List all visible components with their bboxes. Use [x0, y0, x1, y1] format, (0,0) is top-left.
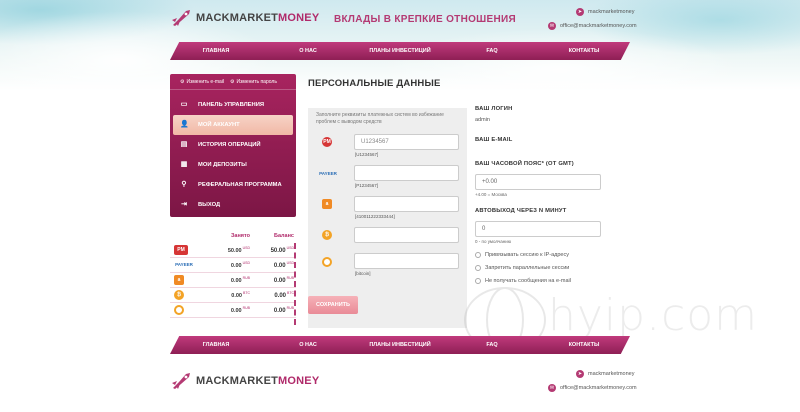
- payeer-icon: PAYEER: [175, 262, 193, 267]
- balance-row-pm: PM 50.00USD 50.00USD: [170, 243, 296, 258]
- email-icon: ✉: [548, 22, 556, 30]
- wallets-note: Заполните реквизиты платежных систем во …: [316, 112, 444, 125]
- nav-contacts[interactable]: КОНТАКТЫ: [538, 342, 630, 348]
- bitcoin-icon: ₿: [322, 230, 332, 240]
- payeer-wallet-hint: [P1234567]: [355, 183, 379, 188]
- change-email-link[interactable]: ⚙ Изменить e-mail: [180, 79, 224, 85]
- sidebar-item-deposits[interactable]: ▦ МОИ ДЕПОЗИТЫ: [170, 155, 296, 175]
- change-password-link[interactable]: ⚙ Изменить пароль: [230, 79, 277, 85]
- timezone-input[interactable]: +0.00: [475, 174, 601, 190]
- sidebar-item-referral[interactable]: ⚲ РЕФЕРАЛЬНАЯ ПРОГРАММА: [170, 175, 296, 195]
- balance-row-bitcoin: ₿ 0.00BTC 0.00BTC: [170, 288, 296, 303]
- balance-border: [293, 243, 296, 325]
- sidebar-links: ⚙ Изменить e-mail ⚙ Изменить пароль: [170, 74, 296, 90]
- bitcoin-wallet-input[interactable]: [354, 227, 459, 243]
- balance-row-payeer: PAYEER 0.00USD 0.00USD: [170, 258, 296, 273]
- qiwi-wallet-hint: [bitcoin]: [355, 271, 371, 276]
- logo[interactable]: MACKMARKETMONEY: [170, 9, 319, 27]
- history-icon: ▤: [180, 141, 188, 148]
- balance-row-advcash: a 0.00RUB 0.00RUB: [170, 273, 296, 288]
- checkbox-box[interactable]: [475, 252, 481, 258]
- payeer-icon: PAYEER: [319, 171, 337, 176]
- qiwi-icon: [322, 257, 332, 267]
- main-content: ПЕРСОНАЛЬНЫЕ ДАННЫЕ: [308, 78, 441, 89]
- page-title: ПЕРСОНАЛЬНЫЕ ДАННЫЕ: [308, 78, 441, 89]
- account-settings: ВАШ ЛОГИН admin ВАШ E-MAIL ВАШ ЧАСОВОЙ П…: [475, 106, 625, 284]
- autoexit-label: АВТОВЫХОД ЧЕРЕЗ N МИНУТ: [475, 208, 567, 214]
- sidebar-item-exit[interactable]: ⇥ ВЫХОД: [170, 195, 296, 215]
- sidebar: ⚙ Изменить e-mail ⚙ Изменить пароль ▭ ПАНЕЛ…: [170, 74, 296, 217]
- autoexit-hint: 0 - по умолчанию: [475, 239, 512, 244]
- deposits-icon: ▦: [180, 161, 188, 168]
- folder-icon: ▭: [180, 101, 188, 108]
- autoexit-input[interactable]: 0: [475, 221, 601, 237]
- perfectmoney-icon: PM: [322, 137, 332, 147]
- advcash-wallet-hint: [410011222333444]: [355, 214, 395, 219]
- advcash-wallet-input[interactable]: [354, 196, 459, 212]
- email-contact[interactable]: ✉ office@mackmarketmoney.com: [548, 384, 637, 392]
- footer-contacts: ➤ mackmarketmoney ✉ office@mackmarketmoney…: [548, 370, 637, 398]
- nav-faq[interactable]: FAQ: [446, 48, 538, 54]
- parallel-sessions-checkbox[interactable]: Запретить параллельные сессии: [475, 265, 625, 271]
- advcash-icon: a: [174, 275, 184, 285]
- login-label: ВАШ ЛОГИН: [475, 106, 513, 112]
- email-contact[interactable]: ✉ office@mackmarketmoney.com: [548, 22, 637, 30]
- timezone-label: ВАШ ЧАСОВОЙ ПОЯС* (ОТ GMT): [475, 161, 574, 167]
- sidebar-menu: ▭ ПАНЕЛЬ УПРАВЛЕНИЯ 👤 МОЙ АККАУНТ ▤ ИСТОРИЯ…: [170, 95, 296, 215]
- nav-contacts[interactable]: КОНТАКТЫ: [538, 48, 630, 54]
- balance-row-qiwi: 0.00RUB 0.00RUB: [170, 303, 296, 318]
- gear-icon: ⚙: [230, 79, 235, 85]
- perfectmoney-icon: PM: [174, 245, 188, 255]
- save-button[interactable]: СОХРАНИТЬ: [308, 296, 358, 314]
- exit-icon: ⇥: [181, 201, 187, 208]
- nav-home[interactable]: ГЛАВНАЯ: [170, 48, 262, 54]
- pm-wallet-input[interactable]: U1234567: [354, 134, 459, 150]
- user-icon: 👤: [180, 121, 189, 128]
- nav-about[interactable]: О НАС: [262, 342, 354, 348]
- footer-logo[interactable]: MACKMARKETMONEY: [170, 372, 319, 390]
- advcash-icon: a: [322, 199, 332, 209]
- nav-home[interactable]: ГЛАВНАЯ: [170, 342, 262, 348]
- telegram-icon: ➤: [576, 370, 584, 378]
- bitcoin-icon: ₿: [174, 290, 184, 300]
- pm-wallet-hint: [U1234567]: [355, 152, 379, 157]
- nav-about[interactable]: О НАС: [262, 48, 354, 54]
- bind-ip-checkbox[interactable]: Привязывать сессию к IP-адресу: [475, 252, 625, 258]
- login-value: admin: [475, 117, 490, 123]
- nav-plans[interactable]: ПЛАНЫ ИНВЕСТИЦИЙ: [354, 48, 446, 54]
- checkbox-box[interactable]: [475, 265, 481, 271]
- top-nav: ГЛАВНАЯ О НАС ПЛАНЫ ИНВЕСТИЦИЙ FAQ КОНТА…: [170, 42, 630, 60]
- link-icon: ⚲: [181, 181, 187, 188]
- email-label: ВАШ E-MAIL: [475, 137, 513, 143]
- qiwi-wallet-input[interactable]: [354, 253, 459, 269]
- timezone-hint: +4.00 = Москва: [475, 192, 507, 197]
- telegram-icon: ➤: [576, 8, 584, 16]
- nav-faq[interactable]: FAQ: [446, 342, 538, 348]
- balance-header: Занято Баланс: [230, 233, 294, 239]
- nav-plans[interactable]: ПЛАНЫ ИНВЕСТИЦИЙ: [354, 342, 446, 348]
- sidebar-item-account[interactable]: 👤 МОЙ АККАУНТ: [173, 115, 293, 135]
- brand-name: MACKMARKETMONEY: [196, 12, 320, 24]
- slogan: ВКЛАДЫ В КРЕПКИЕ ОТНОШЕНИЯ: [334, 14, 516, 25]
- balance-table: Занято Баланс PM 50.00USD 50.00USD PAYEE…: [170, 229, 296, 325]
- qiwi-icon: [174, 305, 184, 315]
- payeer-wallet-input[interactable]: [354, 165, 459, 181]
- sidebar-item-history[interactable]: ▤ ИСТОРИЯ ОПЕРАЦИЙ: [170, 135, 296, 155]
- brand-name: MACKMARKETMONEY: [196, 375, 320, 387]
- gear-icon: ⚙: [180, 79, 185, 85]
- telegram-contact[interactable]: ➤ mackmarketmoney: [576, 8, 637, 16]
- sidebar-item-dashboard[interactable]: ▭ ПАНЕЛЬ УПРАВЛЕНИЯ: [170, 95, 296, 115]
- bottom-nav: ГЛАВНАЯ О НАС ПЛАНЫ ИНВЕСТИЦИЙ FAQ КОНТА…: [170, 336, 630, 354]
- email-icon: ✉: [548, 384, 556, 392]
- wallets-panel: Заполните реквизиты платежных систем во …: [308, 108, 467, 328]
- rocket-icon: [172, 373, 190, 389]
- rocket-icon: [172, 10, 190, 26]
- header-contacts: ➤ mackmarketmoney ✉ office@mackmarketmoney…: [548, 8, 637, 36]
- telegram-contact[interactable]: ➤ mackmarketmoney: [576, 370, 637, 378]
